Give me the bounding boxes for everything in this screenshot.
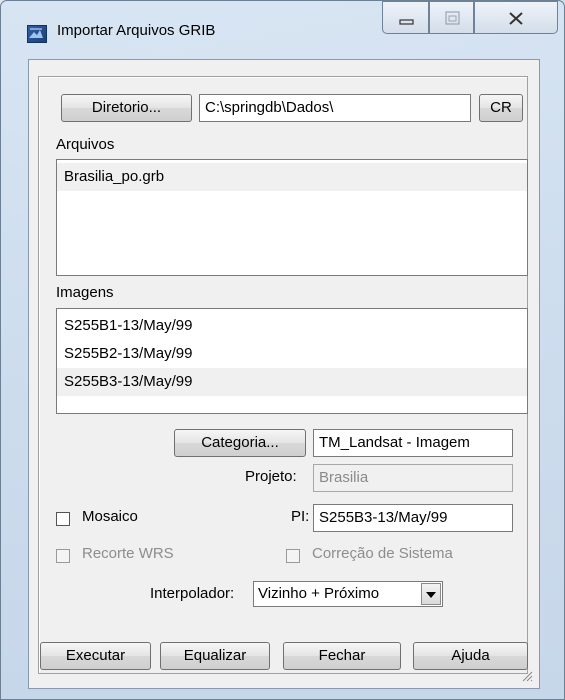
list-item[interactable]: Brasilia_po.grb [57, 163, 527, 191]
categoria-button[interactable]: Categoria... [174, 429, 306, 457]
list-item[interactable]: S255B3-13/May/99 [57, 368, 527, 396]
dropdown-button[interactable] [421, 583, 441, 605]
correcao-sistema-label: Correção de Sistema [312, 545, 453, 562]
imagens-list[interactable]: S255B1-13/May/99 S255B2-13/May/99 S255B3… [56, 308, 528, 414]
executar-button[interactable]: Executar [40, 642, 151, 670]
projeto-field: Brasilia [313, 464, 513, 492]
interpolador-value: Vizinho + Próximo [258, 585, 380, 602]
fechar-button[interactable]: Fechar [283, 642, 401, 670]
grib-app-icon [27, 25, 47, 43]
title-bar[interactable]: Importar Arquivos GRIB [1, 1, 564, 43]
arquivos-list[interactable]: Brasilia_po.grb [56, 159, 528, 276]
caption-buttons [382, 1, 558, 42]
recorte-wrs-label: Recorte WRS [82, 545, 174, 562]
close-icon [509, 12, 523, 25]
pi-field[interactable]: S255B3-13/May/99 [313, 504, 513, 532]
recorte-wrs-checkbox [56, 549, 70, 563]
cr-button[interactable]: CR [479, 94, 523, 122]
minimize-icon [399, 19, 414, 25]
interpolador-select[interactable]: Vizinho + Próximo [253, 581, 443, 607]
arquivos-label: Arquivos [56, 136, 115, 153]
categoria-field[interactable]: TM_Landsat - Imagem [313, 429, 513, 457]
ajuda-button[interactable]: Ajuda [413, 642, 528, 670]
list-item[interactable]: S255B2-13/May/99 [57, 340, 527, 368]
maximize-icon [445, 11, 460, 25]
directory-path-field[interactable]: C:\springdb\Dados\ [199, 94, 471, 122]
imagens-label: Imagens [56, 284, 114, 301]
chevron-down-icon [426, 592, 436, 598]
mosaico-checkbox[interactable] [56, 512, 70, 526]
window-title: Importar Arquivos GRIB [57, 22, 216, 39]
projeto-label: Projeto: [245, 468, 297, 485]
equalizar-button[interactable]: Equalizar [160, 642, 270, 670]
interpolador-label: Interpolador: [150, 585, 235, 602]
maximize-button[interactable] [429, 1, 474, 34]
dialog-window: Importar Arquivos GRIB Diretorio... C:\s… [0, 0, 565, 700]
import-group: Diretorio... C:\springdb\Dados\ CR Arqui… [38, 76, 528, 674]
correcao-sistema-checkbox [286, 549, 300, 563]
diretorio-button[interactable]: Diretorio... [61, 94, 192, 122]
dialog-client-area: Diretorio... C:\springdb\Dados\ CR Arqui… [28, 59, 540, 689]
list-item[interactable]: S255B1-13/May/99 [57, 312, 527, 340]
minimize-button[interactable] [382, 1, 429, 34]
mosaico-label[interactable]: Mosaico [82, 508, 138, 525]
pi-label: PI: [291, 508, 310, 525]
close-button[interactable] [474, 1, 558, 34]
resize-grip-icon[interactable] [521, 670, 533, 682]
